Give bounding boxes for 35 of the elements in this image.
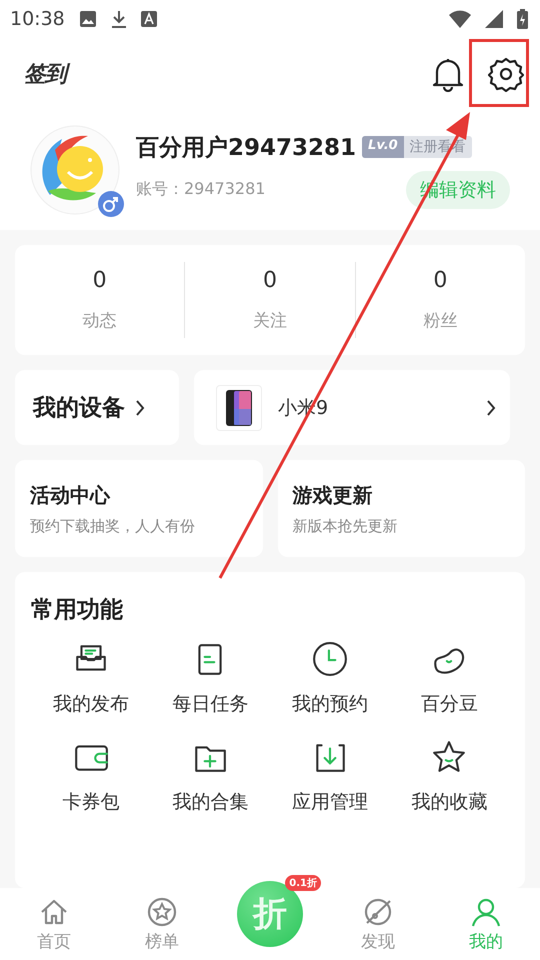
function-item[interactable]: 我的合集 <box>150 739 270 815</box>
star-icon <box>431 739 468 775</box>
clock-icon <box>312 641 348 677</box>
avatar[interactable] <box>30 125 120 215</box>
signal-icon <box>485 10 503 28</box>
star-circle-icon <box>146 896 178 928</box>
download-icon <box>110 10 127 28</box>
function-item[interactable]: 卡券包 <box>31 739 150 815</box>
user-name: 百分用户29473281 <box>136 134 356 162</box>
image-icon <box>78 10 97 28</box>
function-item[interactable]: 应用管理 <box>270 739 390 815</box>
promo-card[interactable]: 游戏更新 新版本抢先更新 <box>278 460 525 557</box>
font-icon <box>140 11 157 27</box>
highlight-frame <box>469 39 529 107</box>
function-item[interactable]: 百分豆 <box>390 641 509 717</box>
section-title: 常用功能 <box>31 596 124 625</box>
stat-value[interactable]: 0 <box>92 268 107 293</box>
stat-value[interactable]: 0 <box>433 268 448 293</box>
settings-icon <box>488 56 524 92</box>
my-devices-button[interactable]: 我的设备 <box>15 370 179 445</box>
discount-badge: 0.1折 <box>285 875 321 891</box>
promo-card[interactable]: 活动中心 预约下载抽奖，人人有份 <box>15 460 262 557</box>
function-item[interactable]: 我的发布 <box>31 641 150 717</box>
function-item[interactable]: 我的预约 <box>270 641 390 717</box>
function-item[interactable]: 我的收藏 <box>390 739 509 815</box>
chevron-right-icon <box>486 398 496 416</box>
chevron-right-icon <box>135 398 145 416</box>
male-icon <box>98 191 124 217</box>
stat-value[interactable]: 0 <box>262 268 277 293</box>
wifi-icon <box>449 10 471 28</box>
account-number: 账号：29473281 <box>136 179 266 200</box>
function-item[interactable]: 每日任务 <box>150 641 270 717</box>
battery-icon <box>517 9 528 29</box>
status-time: 10:38 <box>10 8 65 30</box>
bell-icon <box>432 56 464 92</box>
